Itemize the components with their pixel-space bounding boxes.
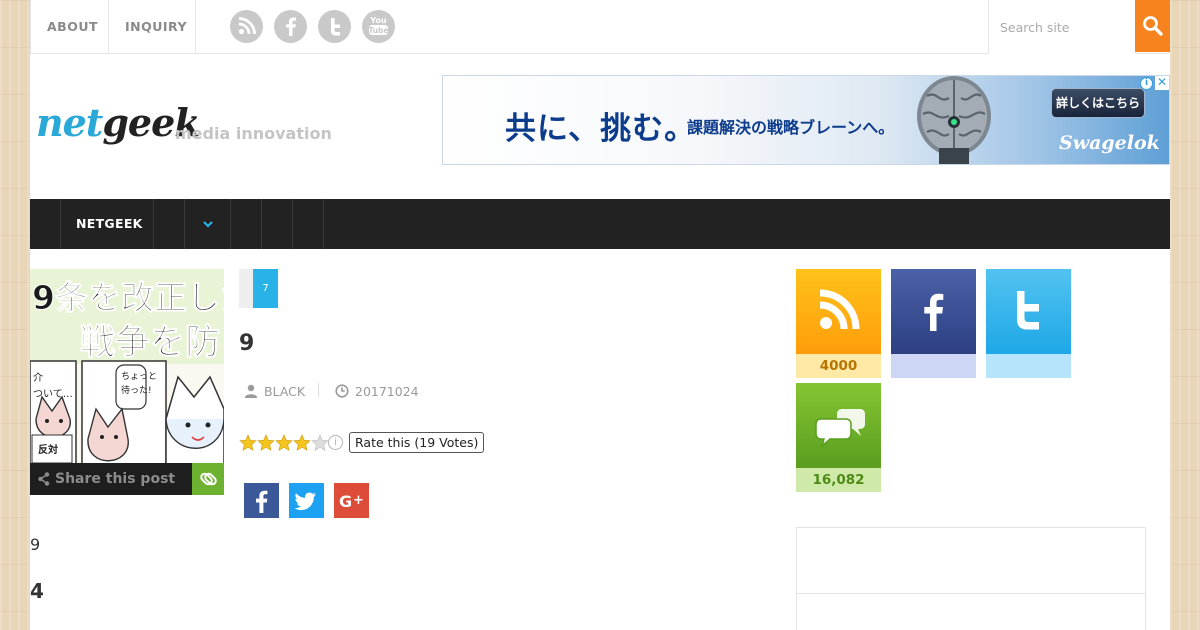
logo-prefix: net bbox=[36, 100, 103, 145]
top-bar: ABOUT INQUIRY You Tube bbox=[30, 0, 1170, 54]
clock-icon bbox=[335, 384, 349, 398]
ad-close-icon[interactable]: ✕ bbox=[1155, 76, 1169, 90]
main-nav: NETGEEK bbox=[30, 199, 1170, 249]
nav-divider bbox=[153, 199, 154, 249]
twitter-share-button[interactable] bbox=[289, 483, 324, 518]
chevron-down-icon[interactable] bbox=[200, 216, 216, 232]
inquiry-link[interactable]: INQUIRY bbox=[108, 0, 196, 54]
svg-text:G: G bbox=[339, 492, 352, 511]
banner-ad[interactable]: 共に、挑む。 課題解決の戦略ブレーンへ。 詳しくはこちら Swagelok i … bbox=[442, 75, 1170, 165]
nav-divider bbox=[230, 199, 231, 249]
svg-text:戦争を防: 戦争を防 bbox=[80, 323, 220, 363]
twitter-count bbox=[986, 354, 1071, 378]
svg-text:You: You bbox=[369, 16, 387, 25]
comments-icon bbox=[815, 409, 865, 449]
svg-text:介: 介 bbox=[33, 372, 43, 384]
svg-text:Tube: Tube bbox=[368, 26, 388, 35]
rating-tooltip: Rate this (19 Votes) bbox=[349, 432, 485, 453]
rss-count: 4000 bbox=[796, 354, 881, 378]
post-thumbnail[interactable]: 9条を改正した 戦争を防 介 ついて… 反対 ちょっと 待った! bbox=[30, 269, 224, 495]
post-author[interactable]: BLACK bbox=[264, 384, 305, 399]
facebook-share-button[interactable] bbox=[244, 483, 279, 518]
meta-divider bbox=[318, 383, 319, 397]
nav-divider bbox=[292, 199, 293, 249]
comments-count: 16,082 bbox=[796, 468, 881, 492]
twitter-icon bbox=[1017, 291, 1039, 330]
rating-info-icon[interactable]: i bbox=[328, 435, 343, 450]
share-icon bbox=[38, 472, 50, 486]
google-plus-icon: G + bbox=[339, 492, 364, 511]
youtube-icon[interactable]: You Tube bbox=[362, 10, 395, 43]
ad-brand: Swagelok bbox=[1059, 132, 1160, 154]
widget-divider bbox=[797, 593, 1145, 594]
nav-item-netgeek[interactable]: NETGEEK bbox=[76, 199, 143, 249]
page: ABOUT INQUIRY You Tube Search site netge… bbox=[30, 0, 1170, 630]
svg-text:待った!: 待った! bbox=[121, 384, 152, 396]
post-subheading: 4 bbox=[30, 579, 44, 603]
category-tag[interactable]: 7 bbox=[253, 269, 278, 308]
category-tag-left[interactable] bbox=[239, 269, 253, 308]
ad-cta-button[interactable]: 詳しくはこちら bbox=[1051, 88, 1145, 118]
svg-text:+: + bbox=[353, 493, 364, 508]
star-rating[interactable] bbox=[239, 434, 329, 452]
post-date: 20171024 bbox=[355, 384, 419, 399]
sidebar-widget bbox=[796, 527, 1146, 630]
facebook-count bbox=[891, 354, 976, 378]
svg-text:ちょっと: ちょっと bbox=[121, 371, 157, 382]
twitter-icon[interactable] bbox=[318, 10, 351, 43]
permalink-button[interactable] bbox=[192, 463, 224, 495]
manga-illustration: 9条を改正した 戦争を防 介 ついて… 反対 ちょっと 待った! bbox=[30, 269, 224, 495]
post-body-text: 9 bbox=[30, 535, 41, 554]
facebook-icon bbox=[924, 293, 944, 331]
svg-text:ついて…: ついて… bbox=[33, 389, 73, 400]
search-input[interactable] bbox=[988, 0, 1135, 54]
post-title: 9 bbox=[239, 331, 255, 356]
search-button[interactable] bbox=[1135, 0, 1170, 52]
link-icon bbox=[200, 472, 217, 486]
brain-icon bbox=[917, 76, 991, 164]
ad-headline: 共に、挑む。 bbox=[505, 111, 697, 147]
rss-icon bbox=[819, 289, 860, 330]
site-tagline: media innovation bbox=[175, 124, 332, 143]
about-link[interactable]: ABOUT bbox=[30, 0, 109, 54]
google-plus-share-button[interactable]: G + bbox=[334, 483, 369, 518]
svg-text:9条を改正した: 9条を改正した bbox=[32, 278, 224, 317]
twitter-icon bbox=[294, 492, 316, 511]
user-icon bbox=[244, 384, 258, 398]
nav-divider bbox=[323, 199, 324, 249]
ad-info-icon[interactable]: i bbox=[1140, 77, 1153, 90]
svg-text:反対: 反対 bbox=[38, 443, 58, 456]
rss-icon[interactable] bbox=[230, 10, 263, 43]
facebook-icon[interactable] bbox=[274, 10, 307, 43]
nav-divider bbox=[184, 199, 185, 249]
share-bar[interactable]: Share this post bbox=[30, 463, 192, 495]
search-icon bbox=[1143, 16, 1163, 36]
facebook-icon bbox=[256, 490, 268, 513]
share-label: Share this post bbox=[55, 471, 176, 487]
ad-subline: 課題解決の戦略ブレーンへ。 bbox=[687, 118, 895, 137]
nav-divider bbox=[261, 199, 262, 249]
nav-divider bbox=[60, 199, 61, 249]
